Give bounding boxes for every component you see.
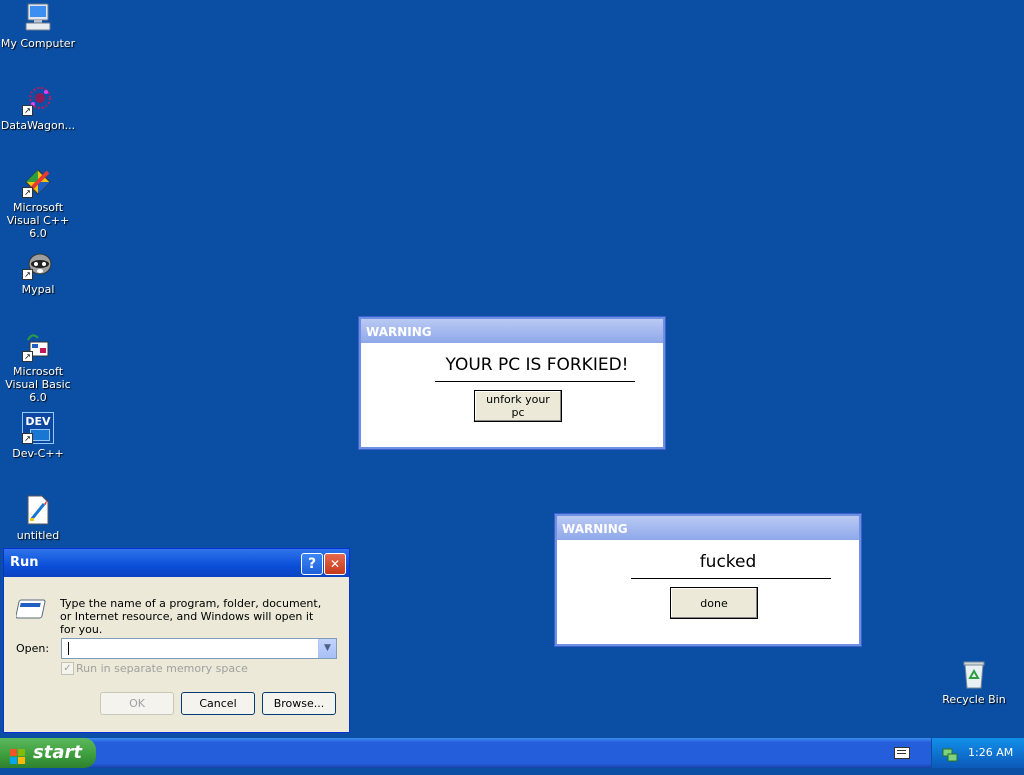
start-label: start [33,742,82,763]
desktop-icon-label: Recycle Bin [942,693,1006,706]
desktop-icon-label: untitled [16,529,60,542]
datawagon-icon: ↗ [22,84,54,116]
desktop-icon-untitled[interactable]: untitled [0,494,76,542]
shortcut-arrow-icon: ↗ [22,433,33,444]
popup-title: WARNING [361,319,663,343]
run-dialog: Run ? ✕ Type the name of a program, fold… [3,548,350,733]
desktop-icon-visual-basic[interactable]: ↗ Microsoft Visual Basic 6.0 [0,330,76,404]
desktop-icon-datawagon[interactable]: ↗ DataWagon... [0,84,76,132]
popup-title: WARNING [557,516,859,540]
desktop-icon-mypal[interactable]: ↗ Mypal [0,248,76,296]
memory-space-checkbox[interactable]: ✓ [61,662,74,675]
desktop-icon-recycle-bin[interactable]: Recycle Bin [936,658,1012,706]
browse-button[interactable]: Browse... [262,692,336,715]
chevron-down-icon[interactable]: ▼ [318,639,336,658]
visual-cpp-icon: ↗ [22,166,54,198]
run-program-icon [15,597,50,621]
run-titlebar[interactable]: Run ? ✕ [4,549,349,577]
visual-basic-icon: ↗ [22,330,54,362]
popup-divider [435,381,635,382]
shortcut-arrow-icon: ↗ [22,351,33,362]
run-title: Run [10,555,39,570]
desktop-icon-visual-cpp[interactable]: ↗ Microsoft Visual C++ 6.0 [0,166,76,240]
ok-button[interactable]: OK [100,692,174,715]
shortcut-arrow-icon: ↗ [22,269,33,280]
desktop-icon-label: Dev-C++ [12,447,64,460]
network-icon[interactable] [942,745,958,762]
windows-logo-icon [10,745,26,764]
shortcut-arrow-icon: ↗ [22,105,33,116]
popup-divider [631,578,831,579]
dev-badge-text: DEV [25,415,51,428]
shortcut-arrow-icon: ↗ [22,187,33,198]
paint-file-icon [22,494,54,526]
cancel-button[interactable]: Cancel [181,692,255,715]
popup-message: fucked [699,552,757,572]
warning-popup-fucked: WARNING fucked done [555,514,861,646]
mypal-icon: ↗ [22,248,54,280]
desktop-icon-label: My Computer [0,37,76,50]
desktop-icon-devcpp[interactable]: DEV ↗ Dev-C++ [0,412,76,460]
done-button[interactable]: done [670,587,758,619]
taskbar: start 1:26 AM [0,738,1024,768]
clock[interactable]: 1:26 AM [968,738,1013,768]
devcpp-icon: DEV ↗ [22,412,54,444]
start-button[interactable]: start [0,738,96,768]
desktop-icon-label: DataWagon... [0,119,76,132]
recycle-bin-icon [958,658,990,690]
desktop-icon-label: Mypal [21,283,55,296]
popup-message: YOUR PC IS FORKIED! [445,355,629,375]
desktop-icon-label: Microsoft Visual Basic 6.0 [5,365,71,404]
memory-space-label: Run in separate memory space [76,662,248,675]
warning-popup-forkied: WARNING YOUR PC IS FORKIED! unfork your … [359,317,665,449]
text-cursor [68,642,69,655]
close-button[interactable]: ✕ [324,553,346,575]
desktop-icon-label: Microsoft Visual C++ 6.0 [6,201,70,240]
keyboard-icon[interactable] [894,747,910,759]
unfork-button[interactable]: unfork your pc [474,390,562,422]
help-button[interactable]: ? [301,553,323,575]
desktop-icon-my-computer[interactable]: My Computer [0,2,76,50]
system-tray: 1:26 AM [931,738,1024,768]
my-computer-icon [22,2,54,34]
open-combobox[interactable]: ▼ [61,638,337,659]
run-description: Type the name of a program, folder, docu… [60,597,322,636]
open-label: Open: [16,642,50,655]
